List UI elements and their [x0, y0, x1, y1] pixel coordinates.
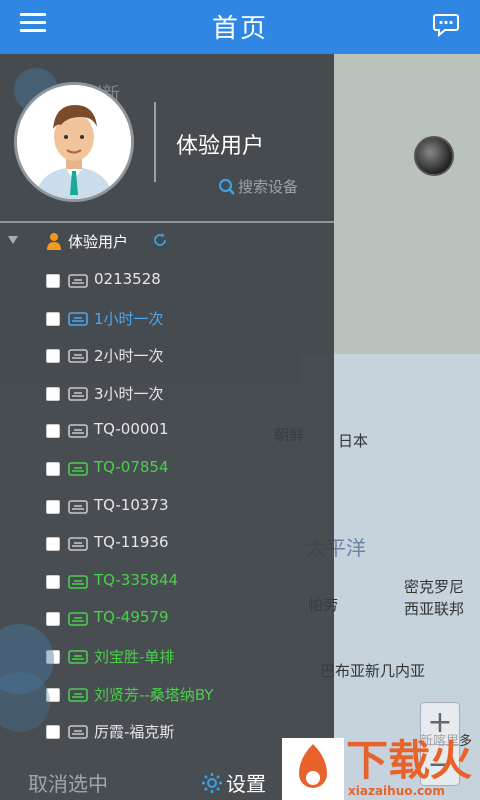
device-icon: [68, 499, 88, 514]
message-icon[interactable]: [432, 10, 460, 38]
device-icon: [68, 537, 88, 551]
device-checkbox[interactable]: [46, 537, 60, 552]
search-device-link[interactable]: 搜索设备: [218, 176, 298, 197]
watermark-text: 下载火: [346, 736, 473, 785]
profile-header: 体验用户 搜索设备: [0, 54, 334, 222]
device-icon: [68, 650, 88, 664]
device-row[interactable]: TQ-49579: [0, 602, 334, 638]
person-icon: [47, 233, 61, 250]
device-label: TQ-10373: [94, 495, 169, 514]
device-icon: [68, 349, 88, 363]
device-row[interactable]: 2小时一次: [0, 339, 334, 375]
device-checkbox[interactable]: [46, 725, 60, 740]
device-icon: [68, 424, 88, 439]
refresh-icon[interactable]: [152, 232, 168, 248]
device-label: 刘贤芳--桑塔纳BY: [94, 685, 214, 704]
settings-label: 设置: [226, 772, 266, 796]
device-checkbox[interactable]: [46, 462, 60, 476]
search-device-label: 搜索设备: [238, 178, 299, 196]
profile-divider: [154, 102, 156, 182]
device-label: 2小时一次: [94, 347, 164, 366]
search-icon: [218, 178, 235, 195]
device-label: 厉霞-福克斯: [94, 723, 175, 742]
top-app-bar: 首页: [0, 0, 480, 54]
page-title: 首页: [211, 14, 268, 44]
user-avatar[interactable]: [14, 82, 134, 202]
watermark-logo: 下载火 xiazaihuo.com: [282, 738, 480, 800]
device-icon: [68, 725, 88, 739]
device-label: TQ-00001: [94, 420, 169, 439]
device-checkbox[interactable]: [46, 424, 60, 439]
group-label: 体验用户: [68, 233, 129, 251]
device-row[interactable]: 刘贤芳--桑塔纳BY: [0, 678, 334, 714]
device-checkbox[interactable]: [46, 499, 60, 514]
device-icon: [68, 612, 88, 627]
map-label: 日本: [338, 432, 369, 450]
section-divider: [0, 221, 334, 223]
map-label: 西亚联邦: [404, 600, 465, 618]
device-icon: [68, 687, 88, 702]
map-label: 密克罗尼: [404, 578, 465, 596]
device-icon: [68, 274, 88, 288]
map-label: 巴布亚新几内亚: [320, 662, 426, 680]
device-row[interactable]: TQ-07854: [0, 452, 334, 488]
device-label: 3小时一次: [94, 384, 164, 403]
settings-button[interactable]: 设置: [200, 768, 266, 797]
device-row[interactable]: TQ-10373: [0, 490, 334, 526]
device-row[interactable]: TQ-335844: [0, 565, 334, 601]
watermark-url: xiazaihuo.com: [348, 784, 445, 798]
device-icon: [68, 462, 88, 476]
device-icon: [68, 386, 88, 401]
device-label: TQ-07854: [94, 458, 169, 476]
gear-icon: [202, 772, 222, 793]
device-row[interactable]: TQ-00001: [0, 414, 334, 450]
device-icon: [68, 574, 88, 589]
user-name: 体验用户: [176, 134, 265, 159]
collapse-triangle-icon[interactable]: [8, 236, 18, 244]
device-label: 0213528: [94, 270, 161, 288]
map-user-avatar[interactable]: [414, 136, 454, 176]
device-label: 1小时一次: [94, 309, 164, 328]
avatar-illustration: [17, 85, 131, 199]
cancel-selection-button[interactable]: 取消选中: [28, 768, 108, 797]
device-label: TQ-11936: [94, 533, 169, 552]
device-checkbox[interactable]: [46, 311, 60, 326]
device-checkbox[interactable]: [46, 274, 60, 288]
device-checkbox[interactable]: [46, 386, 60, 401]
device-icon: [68, 311, 88, 326]
device-label: 刘宝胜-单排: [94, 648, 175, 666]
device-checkbox[interactable]: [46, 612, 60, 627]
device-group-header[interactable]: 体验用户: [0, 230, 334, 254]
device-row[interactable]: 3小时一次: [0, 377, 334, 413]
device-row[interactable]: TQ-11936: [0, 527, 334, 563]
device-checkbox[interactable]: [46, 574, 60, 589]
device-row[interactable]: 1小时一次: [0, 302, 334, 338]
device-checkbox[interactable]: [46, 349, 60, 364]
device-label: TQ-49579: [94, 608, 169, 627]
device-row[interactable]: 0213528: [0, 264, 334, 300]
watermark-badge-icon: [282, 738, 344, 800]
navigation-drawer: 刷新 体验用户 搜索设备: [0, 54, 334, 800]
device-label: TQ-335844: [94, 570, 179, 589]
